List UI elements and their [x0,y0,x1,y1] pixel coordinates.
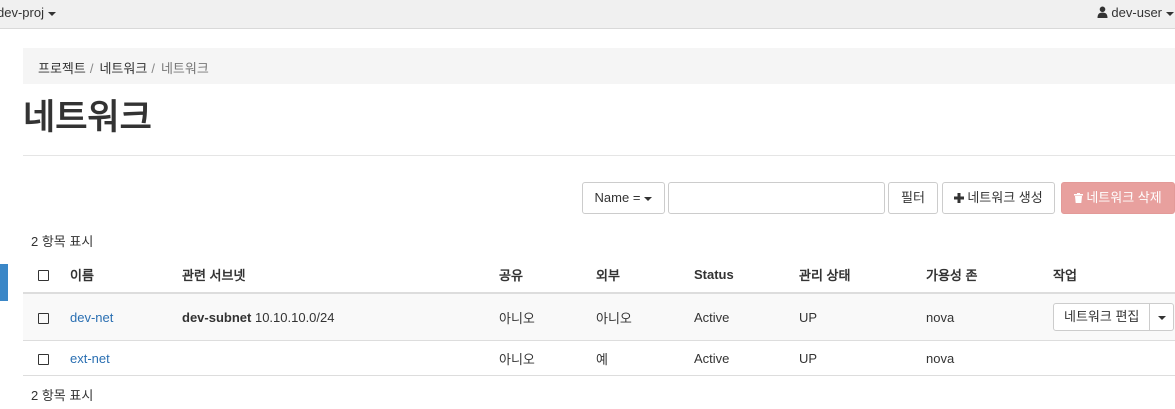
filter-button[interactable]: 필터 [888,182,938,214]
breadcrumb-current: 네트워크 [160,61,209,76]
user-icon [1097,6,1108,18]
row-actions-dropdown-toggle[interactable] [1150,303,1175,331]
filter-field-select[interactable]: Name = [582,182,665,214]
breadcrumb-project[interactable]: 프로젝트 [38,61,86,76]
top-navbar: dev-proj dev-user [0,0,1175,29]
chevron-down-icon [1166,11,1174,16]
project-name: dev-proj [0,5,44,20]
column-header-subnets: 관련 서브넷 [182,256,499,294]
row-select-cell [23,340,70,376]
side-indicator [0,264,8,301]
create-network-label: 네트워크 생성 [967,190,1043,205]
subnet-cell: dev-subnet 10.10.10.0/24 [182,292,499,341]
admin-state-cell: UP [799,340,926,376]
network-table: 이름 관련 서브넷 공유 외부 Status 관리 상태 가용성 존 작업 de… [23,256,1175,376]
breadcrumb-separator: / [151,61,155,76]
filter-input[interactable] [668,182,885,214]
delete-network-label: 네트워크 삭제 [1086,190,1162,205]
chevron-down-icon [47,11,56,16]
breadcrumb: 프로젝트 / 네트워크 / 네트워크 [23,48,1175,84]
item-count-top: 2 항목 표시 [31,234,94,249]
subnet-cidr: 10.10.10.0/24 [254,309,335,325]
network-name-cell: ext-net [70,340,182,376]
shared-cell: 아니오 [499,292,596,341]
table-row: ext-net 아니오 예 Active UP nova [23,340,1175,376]
admin-state-cell: UP [799,292,926,341]
network-name-cell: dev-net [70,292,182,341]
project-switcher[interactable]: dev-proj [0,5,56,20]
column-header-availability-zone[interactable]: 가용성 존 [926,256,1053,294]
network-name-link[interactable]: dev-net [70,310,113,325]
select-all-checkbox[interactable] [38,269,49,281]
row-checkbox[interactable] [38,353,49,365]
row-checkbox[interactable] [38,312,49,324]
column-header-name[interactable]: 이름 [70,256,182,294]
status-cell: Active [694,292,799,341]
page-title: 네트워크 [23,98,152,137]
availability-zone-cell: nova [926,340,1053,376]
table-header-row: 이름 관련 서브넷 공유 외부 Status 관리 상태 가용성 존 작업 [23,256,1175,294]
shared-cell: 아니오 [499,340,596,376]
chevron-down-icon [1157,315,1166,320]
column-header-status[interactable]: Status [694,256,799,294]
trash-icon [1074,190,1084,205]
create-network-button[interactable]: 네트워크 생성 [942,182,1055,214]
actions-cell: 네트워크 편집 [1053,292,1175,341]
column-header-external[interactable]: 외부 [596,256,694,294]
breadcrumb-network-section[interactable]: 네트워크 [99,61,147,76]
network-name-link[interactable]: ext-net [70,351,110,366]
plus-icon [954,190,965,205]
status-cell: Active [694,340,799,376]
subnet-cell [182,340,499,376]
delete-network-button[interactable]: 네트워크 삭제 [1061,182,1175,214]
breadcrumb-separator: / [89,61,94,76]
filter-field-label: Name = [594,190,641,205]
user-menu[interactable]: dev-user [1097,5,1174,20]
chevron-down-icon [644,196,653,201]
user-name: dev-user [1111,5,1162,20]
external-cell: 아니오 [596,292,694,341]
external-cell: 예 [596,340,694,376]
row-select-cell [23,292,70,341]
actions-cell [1053,340,1175,376]
edit-network-button[interactable]: 네트워크 편집 [1053,303,1151,331]
availability-zone-cell: nova [926,292,1053,341]
column-header-shared[interactable]: 공유 [499,256,596,294]
item-count-bottom: 2 항목 표시 [31,388,94,403]
column-header-actions: 작업 [1053,256,1175,294]
subnet-name: dev-subnet [182,309,252,325]
row-action-group: 네트워크 편집 [1053,303,1175,331]
table-row: dev-net dev-subnet 10.10.10.0/24 아니오 아니오… [23,292,1175,341]
select-all-cell [23,256,70,294]
title-divider [23,155,1175,156]
column-header-admin-state[interactable]: 관리 상태 [799,256,926,294]
